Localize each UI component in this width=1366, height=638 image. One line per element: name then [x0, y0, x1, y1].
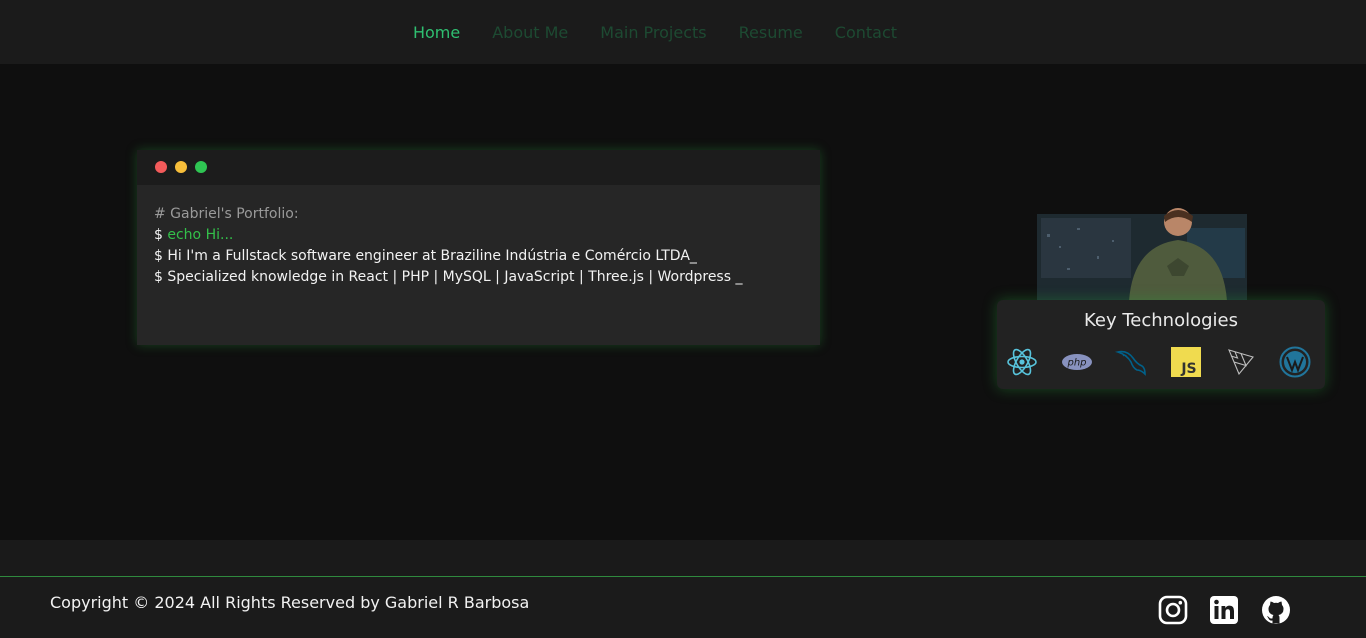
top-navbar: Home About Me Main Projects Resume Conta…	[0, 0, 1366, 64]
footer-spacer	[0, 540, 1366, 576]
minimize-dot-icon	[175, 161, 187, 173]
threejs-icon	[1228, 349, 1254, 376]
terminal-comment: # Gabriel's Portfolio:	[154, 206, 299, 222]
close-dot-icon	[155, 161, 167, 173]
terminal-titlebar	[137, 150, 820, 185]
terminal-line-intro: $ Hi I'm a Fullstack software engineer a…	[154, 248, 697, 264]
linkedin-icon[interactable]	[1209, 595, 1239, 625]
php-icon: php	[1062, 354, 1092, 370]
hero-section: # Gabriel's Portfolio: $ echo Hi... $ Hi…	[0, 64, 1366, 540]
maximize-dot-icon	[195, 161, 207, 173]
terminal-prompt: $	[154, 227, 163, 243]
js-logo-text: JS	[1180, 361, 1196, 377]
mysql-icon	[1115, 350, 1146, 376]
nav-list: Home About Me Main Projects Resume Conta…	[413, 23, 897, 42]
terminal-echo-line: $ echo Hi...	[154, 225, 803, 246]
nav-contact[interactable]: Contact	[835, 23, 897, 42]
instagram-icon[interactable]	[1158, 595, 1188, 625]
github-icon[interactable]	[1261, 595, 1291, 625]
nav-projects[interactable]: Main Projects	[600, 23, 706, 42]
terminal-body: # Gabriel's Portfolio: $ echo Hi... $ Hi…	[137, 185, 820, 307]
terminal-line-skills: $ Specialized knowledge in React | PHP |…	[154, 269, 743, 285]
terminal-window: # Gabriel's Portfolio: $ echo Hi... $ Hi…	[137, 150, 820, 345]
nav-resume[interactable]: Resume	[739, 23, 803, 42]
footer: Copyright © 2024 All Rights Reserved by …	[0, 576, 1366, 638]
nav-home[interactable]: Home	[413, 23, 460, 42]
php-logo-text: php	[1066, 358, 1086, 369]
react-icon	[1007, 348, 1037, 376]
developer-photo	[1037, 208, 1247, 301]
key-technologies-title: Key Technologies	[1084, 310, 1238, 331]
terminal-echo: echo Hi...	[167, 227, 234, 243]
tech-icons-row: php JS	[1006, 346, 1316, 378]
javascript-icon: JS	[1171, 347, 1201, 377]
nav-about[interactable]: About Me	[492, 23, 568, 42]
wordpress-icon	[1279, 346, 1311, 378]
copyright-text: Copyright © 2024 All Rights Reserved by …	[50, 593, 530, 612]
key-technologies-card: Key Technologies php JS	[997, 300, 1325, 389]
